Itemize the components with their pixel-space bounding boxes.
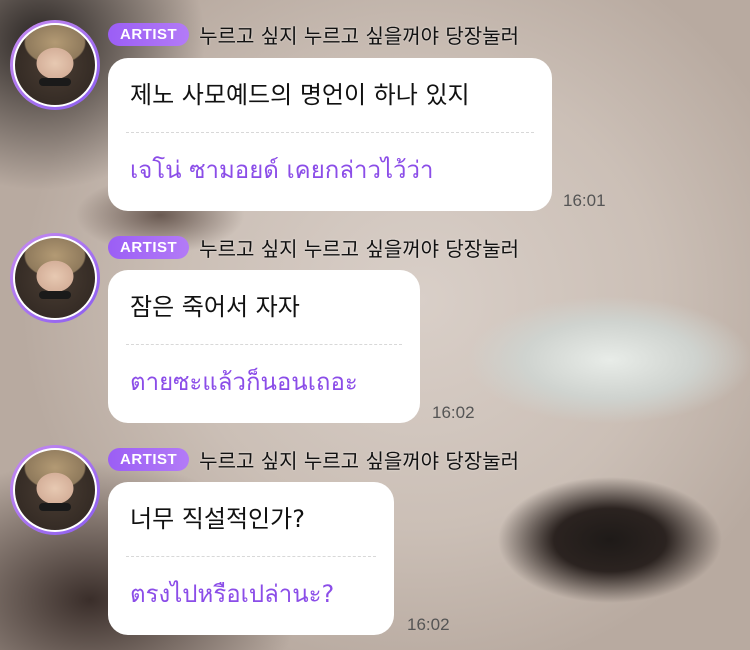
message-bubble[interactable]: 너무 직설적인가? ตรงไปหรือเปล่านะ?	[108, 482, 394, 635]
original-text: 너무 직설적인가?	[130, 505, 305, 533]
original-text: 잠은 죽어서 자자	[130, 293, 300, 321]
message-header: ARTIST 누르고 싶지 누르고 싶을꺼야 당장눌러	[108, 20, 519, 49]
message-timestamp: 16:02	[407, 615, 450, 634]
original-text: 제노 사모예드의 명언이 하나 있지	[130, 81, 470, 109]
avatar-image	[13, 448, 97, 532]
message-bubble[interactable]: 제노 사모예드의 명언이 하나 있지 เจโน่ ซามอยด์ เคยกล่า…	[108, 58, 552, 211]
sender-name[interactable]: 누르고 싶지 누르고 싶을꺼야 당장눌러	[199, 445, 519, 474]
sender-name[interactable]: 누르고 싶지 누르고 싶을꺼야 당장눌러	[199, 20, 519, 49]
translated-text: เจโน่ ซามอยด์ เคยกล่าวไว้ว่า	[130, 156, 434, 184]
message-bubble[interactable]: 잠은 죽어서 자자 ตายซะแล้วก็นอนเถอะ	[108, 270, 420, 423]
artist-badge: ARTIST	[108, 23, 190, 46]
artist-badge: ARTIST	[108, 448, 190, 471]
artist-avatar[interactable]	[10, 20, 100, 110]
message-header: ARTIST 누르고 싶지 누르고 싶을꺼야 당장눌러	[108, 445, 519, 474]
artist-badge: ARTIST	[108, 236, 190, 259]
translated-text: ตายซะแล้วก็นอนเถอะ	[130, 368, 358, 396]
avatar-image	[13, 236, 97, 320]
artist-avatar[interactable]	[10, 445, 100, 535]
avatar-image	[13, 23, 97, 107]
message-timestamp: 16:02	[432, 403, 475, 422]
message-header: ARTIST 누르고 싶지 누르고 싶을꺼야 당장눌러	[108, 233, 519, 262]
sender-name[interactable]: 누르고 싶지 누르고 싶을꺼야 당장눌러	[199, 233, 519, 262]
message-timestamp: 16:01	[563, 191, 606, 210]
artist-avatar[interactable]	[10, 233, 100, 323]
translated-text: ตรงไปหรือเปล่านะ?	[130, 580, 335, 608]
